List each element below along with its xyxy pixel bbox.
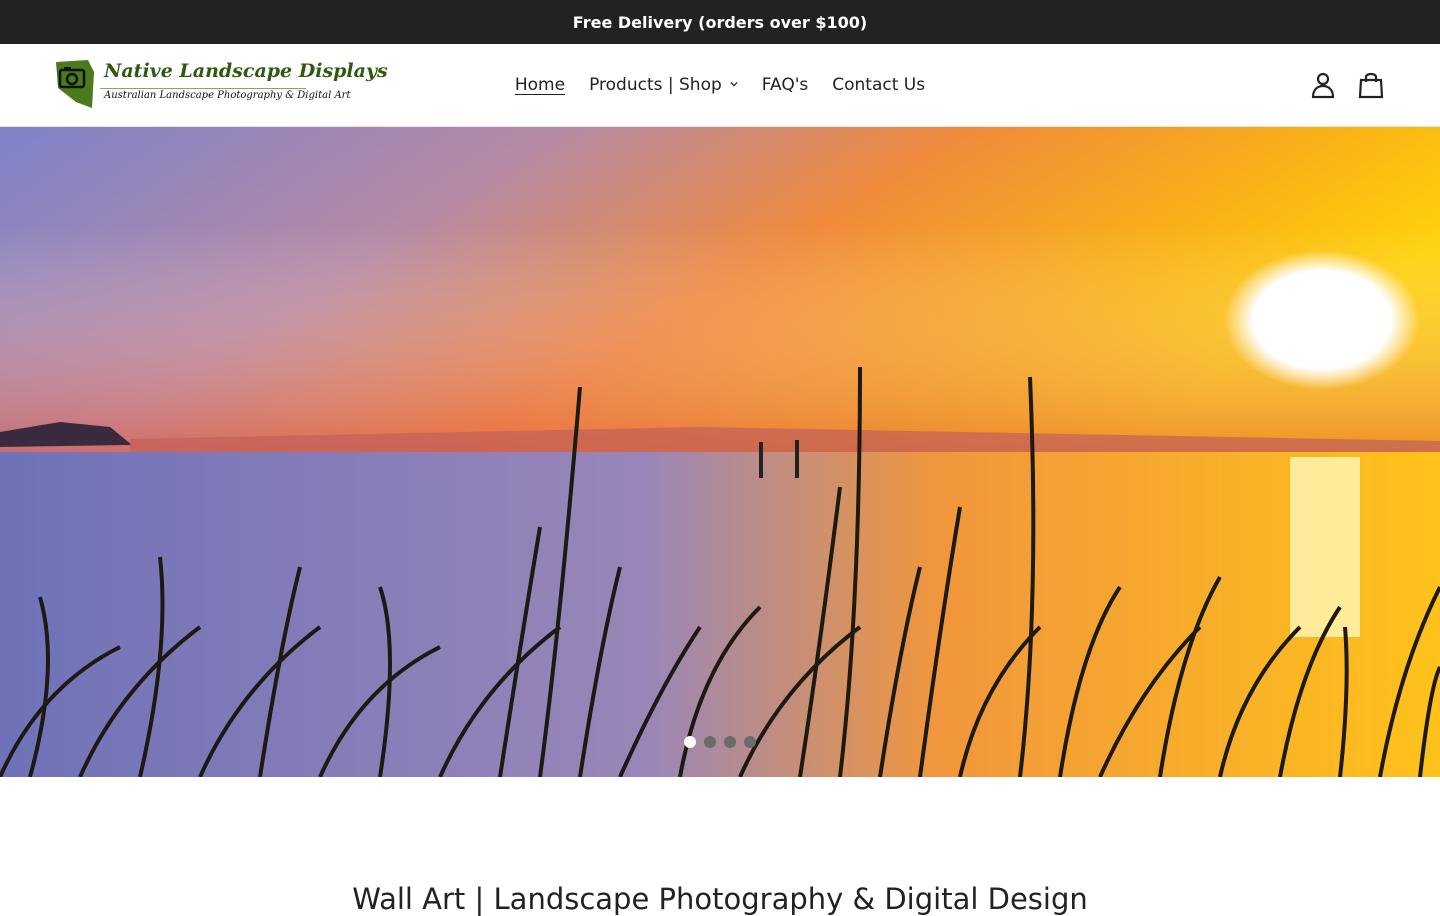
chevron-down-icon [730, 81, 738, 87]
cart-icon[interactable] [1358, 71, 1384, 99]
announcement-bar: Free Delivery (orders over $100) [0, 0, 1440, 44]
slide-dot-1[interactable] [684, 736, 696, 748]
section-title: Wall Art | Landscape Photography & Digit… [352, 882, 1088, 916]
nav-item-home[interactable]: Home [515, 75, 565, 95]
slideshow-dots [0, 736, 1440, 748]
nav-item-contact-us-label: Contact Us [832, 75, 926, 95]
header-icons [1310, 71, 1384, 99]
slide-dot-3[interactable] [724, 736, 736, 748]
nav-item-products-shop-label: Products | Shop [589, 75, 722, 95]
hero-slideshow[interactable] [0, 127, 1440, 777]
nav-item-faqs-label: FAQ's [761, 75, 809, 95]
sunset-landscape-image [0, 127, 1440, 777]
site-header: Native Landscape Displays Australian Lan… [0, 44, 1440, 127]
main-nav: Home Products | Shop FAQ's Contact Us [0, 44, 1440, 126]
slide-dot-4[interactable] [744, 736, 756, 748]
announcement-text: Free Delivery (orders over $100) [572, 12, 868, 32]
nav-item-contact-us[interactable]: Contact Us [832, 75, 925, 95]
account-icon[interactable] [1310, 71, 1336, 99]
nav-item-faqs[interactable]: FAQ's [762, 75, 808, 95]
nav-item-products-shop[interactable]: Products | Shop [589, 75, 738, 95]
nav-item-home-label: Home [514, 75, 566, 95]
slide-dot-2[interactable] [704, 736, 716, 748]
